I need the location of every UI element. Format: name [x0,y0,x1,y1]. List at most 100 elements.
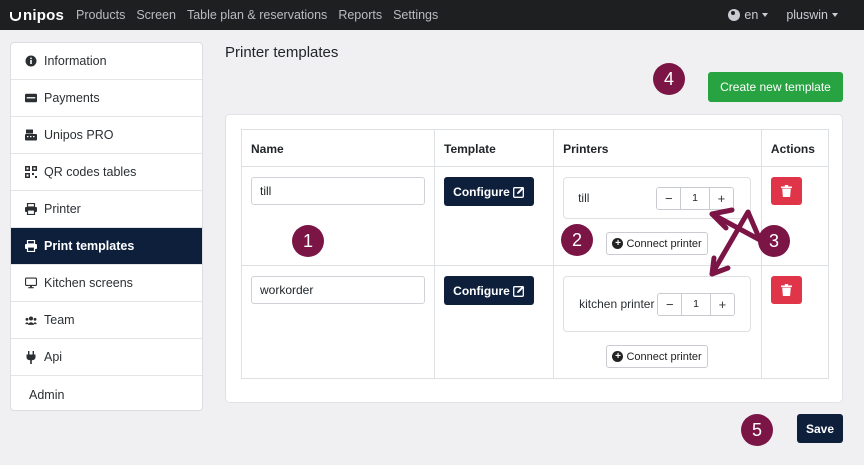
sidebar-item-payments[interactable]: Payments [11,80,202,117]
settings-sidebar: Information Payments Unipos PRO QR codes… [10,42,203,411]
user-dropdown[interactable]: pluswin [786,8,838,22]
printer-icon [25,203,37,215]
trash-icon [780,185,792,197]
header-printers: Printers [553,129,762,167]
quantity-stepper: − 1 + [656,186,735,210]
nav-link-screen[interactable]: Screen [136,8,176,22]
connect-label: Connect printer [626,350,702,363]
cell-template: Configure [433,265,555,379]
sidebar-item-unipos-pro[interactable]: Unipos PRO [11,117,202,154]
info-circle-icon [25,55,37,67]
header-template: Template [433,129,555,167]
sidebar-item-label: Payments [44,91,100,105]
plus-circle-icon: + [612,351,624,362]
sidebar-item-label: Kitchen screens [44,276,133,290]
cell-name [241,265,435,379]
user-name: pluswin [786,8,828,22]
printer-entry: till − 1 + [563,177,752,219]
create-template-button[interactable]: Create new template [708,72,843,102]
sidebar-item-information[interactable]: Information [11,43,202,80]
connect-label: Connect printer [626,237,702,250]
quantity-value[interactable]: 1 [680,187,710,209]
page-title: Printer templates [225,44,339,61]
annotation-marker-3: 3 [758,225,790,257]
decrement-button[interactable]: − [657,187,681,209]
trash-icon [780,284,792,296]
sidebar-item-api[interactable]: Api [11,339,202,376]
connect-printer-button[interactable]: + Connect printer [606,345,709,368]
sidebar-item-team[interactable]: Team [11,302,202,339]
template-name-input[interactable] [251,177,425,205]
cell-template: Configure [433,166,555,266]
delete-button[interactable] [770,177,802,205]
cell-name [241,166,435,266]
nav-right: en pluswin [728,8,838,22]
plus-circle-icon: + [612,238,624,249]
quantity-value[interactable]: 1 [681,293,711,315]
sidebar-item-print-templates[interactable]: Print templates [11,228,202,265]
printer-name: kitchen printer [579,297,655,311]
monitor-icon [25,277,37,289]
caret-down-icon [832,13,838,17]
sidebar-item-label: Printer [44,202,81,216]
sidebar-item-label: QR codes tables [44,165,137,179]
sidebar-item-admin[interactable]: Admin [11,376,202,410]
edit-icon [512,186,525,198]
sidebar-item-kitchen-screens[interactable]: Kitchen screens [11,265,202,302]
templates-card: Name Template Printers Actions Configure [225,114,843,403]
annotation-marker-1: 1 [292,225,324,257]
users-icon [25,314,37,326]
configure-label: Configure [453,184,510,199]
nav-link-reports[interactable]: Reports [338,8,382,22]
caret-down-icon [762,13,769,17]
nav-link-table-plan[interactable]: Table plan & reservations [187,8,327,22]
increment-button[interactable]: + [709,187,734,209]
cell-actions [760,265,830,379]
annotation-marker-2: 2 [561,224,593,256]
top-navbar: nipos Products Screen Table plan & reser… [0,0,864,30]
nav-link-settings[interactable]: Settings [393,8,438,22]
header-name: Name [241,129,435,167]
annotation-marker-4: 4 [653,63,685,95]
sidebar-item-label: Unipos PRO [44,128,114,142]
qrcode-icon [25,166,37,178]
globe-icon [728,9,741,21]
sidebar-item-label: Information [44,54,107,68]
sidebar-item-label: Team [44,313,75,327]
cash-register-icon [25,129,37,141]
language-dropdown[interactable]: en [728,8,769,22]
unipos-u-mark [10,11,21,21]
edit-icon [512,285,525,297]
language-label: en [744,8,759,22]
configure-button[interactable]: Configure [444,276,534,305]
templates-table: Name Template Printers Actions Configure [241,129,830,379]
delete-button[interactable] [770,276,802,304]
nav-link-products[interactable]: Products [76,8,125,22]
table-row: Configure kitchen printer − 1 + + [241,265,830,379]
sidebar-item-label: Api [44,350,63,364]
configure-button[interactable]: Configure [444,177,534,206]
printer-entry: kitchen printer − 1 + [563,276,752,332]
cell-printers: kitchen printer − 1 + + Connect printer [553,265,762,379]
table-row: Configure till − 1 + + [241,166,830,266]
printer-name: till [578,191,590,205]
configure-label: Configure [453,283,510,298]
sidebar-item-label: Print templates [44,239,135,253]
template-name-input[interactable] [251,276,425,304]
header-actions: Actions [760,129,830,167]
sidebar-item-printer[interactable]: Printer [11,191,202,228]
sidebar-item-label: Admin [29,387,65,402]
save-button[interactable]: Save [797,414,843,443]
quantity-stepper: − 1 + [657,292,736,316]
plug-icon [25,350,37,364]
connect-printer-button[interactable]: + Connect printer [606,232,709,255]
nav-links: Products Screen Table plan & reservation… [76,8,449,22]
increment-button[interactable]: + [710,293,735,315]
credit-card-icon [25,92,37,104]
table-header-row: Name Template Printers Actions [241,129,830,167]
brand-logo[interactable]: nipos [10,7,64,24]
decrement-button[interactable]: − [658,293,682,315]
sidebar-item-qr-codes[interactable]: QR codes tables [11,154,202,191]
printer-icon [25,240,37,252]
annotation-marker-5: 5 [741,414,773,446]
